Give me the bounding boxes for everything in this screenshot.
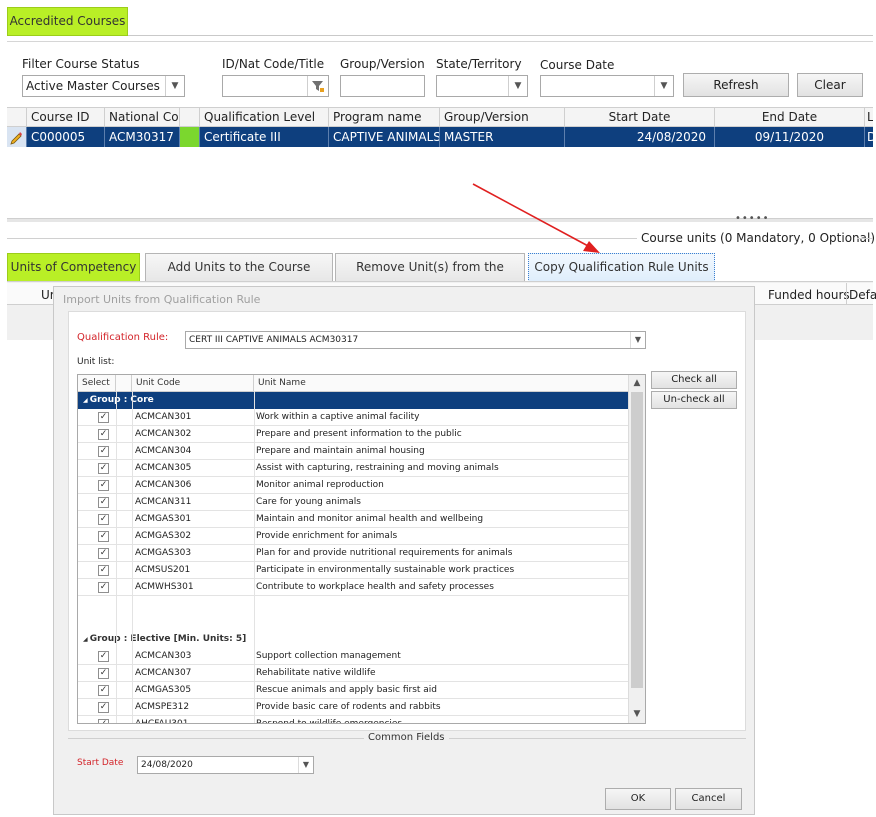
annotation-arrow-icon: [472, 183, 600, 253]
